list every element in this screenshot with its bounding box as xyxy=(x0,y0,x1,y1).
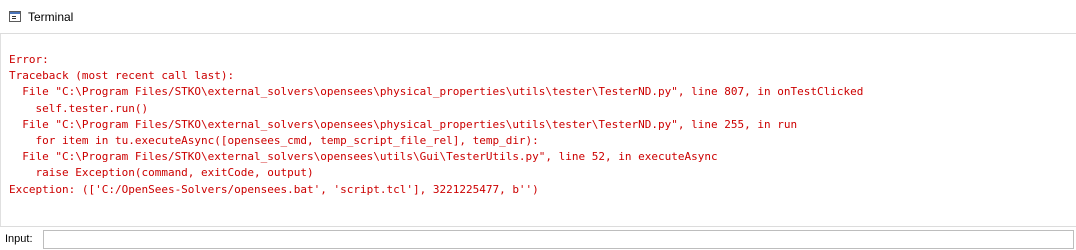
output-line: Error: xyxy=(9,53,49,66)
terminal-window-icon xyxy=(9,11,21,22)
output-line: Traceback (most recent call last): xyxy=(9,69,235,83)
terminal-output-area[interactable]: Error: Traceback (most recent call last):… xyxy=(0,34,1076,226)
output-line: File "C:\Program Files/STKO\external_sol… xyxy=(9,150,718,164)
terminal-window: Terminal Error: Traceback (most recent ca… xyxy=(0,0,1076,250)
input-label: Input: xyxy=(5,233,33,245)
terminal-output: Error: Traceback (most recent call last):… xyxy=(9,52,863,198)
title-bar: Terminal xyxy=(0,0,1076,34)
output-line: Exception: (['C:/OpenSees-Solvers/opense… xyxy=(9,182,539,196)
output-line: raise Exception(command, exitCode, outpu… xyxy=(9,166,314,180)
output-line: File "C:\Program Files/STKO\external_sol… xyxy=(9,85,864,99)
window-title: Terminal xyxy=(28,10,74,24)
output-line: File "C:\Program Files/STKO\external_sol… xyxy=(9,117,798,131)
command-input[interactable] xyxy=(43,230,1074,249)
output-line: self.tester.run() xyxy=(9,101,149,115)
output-line: for item in tu.executeAsync([opensees_cm… xyxy=(9,133,539,147)
input-bar: Input: xyxy=(0,226,1076,250)
